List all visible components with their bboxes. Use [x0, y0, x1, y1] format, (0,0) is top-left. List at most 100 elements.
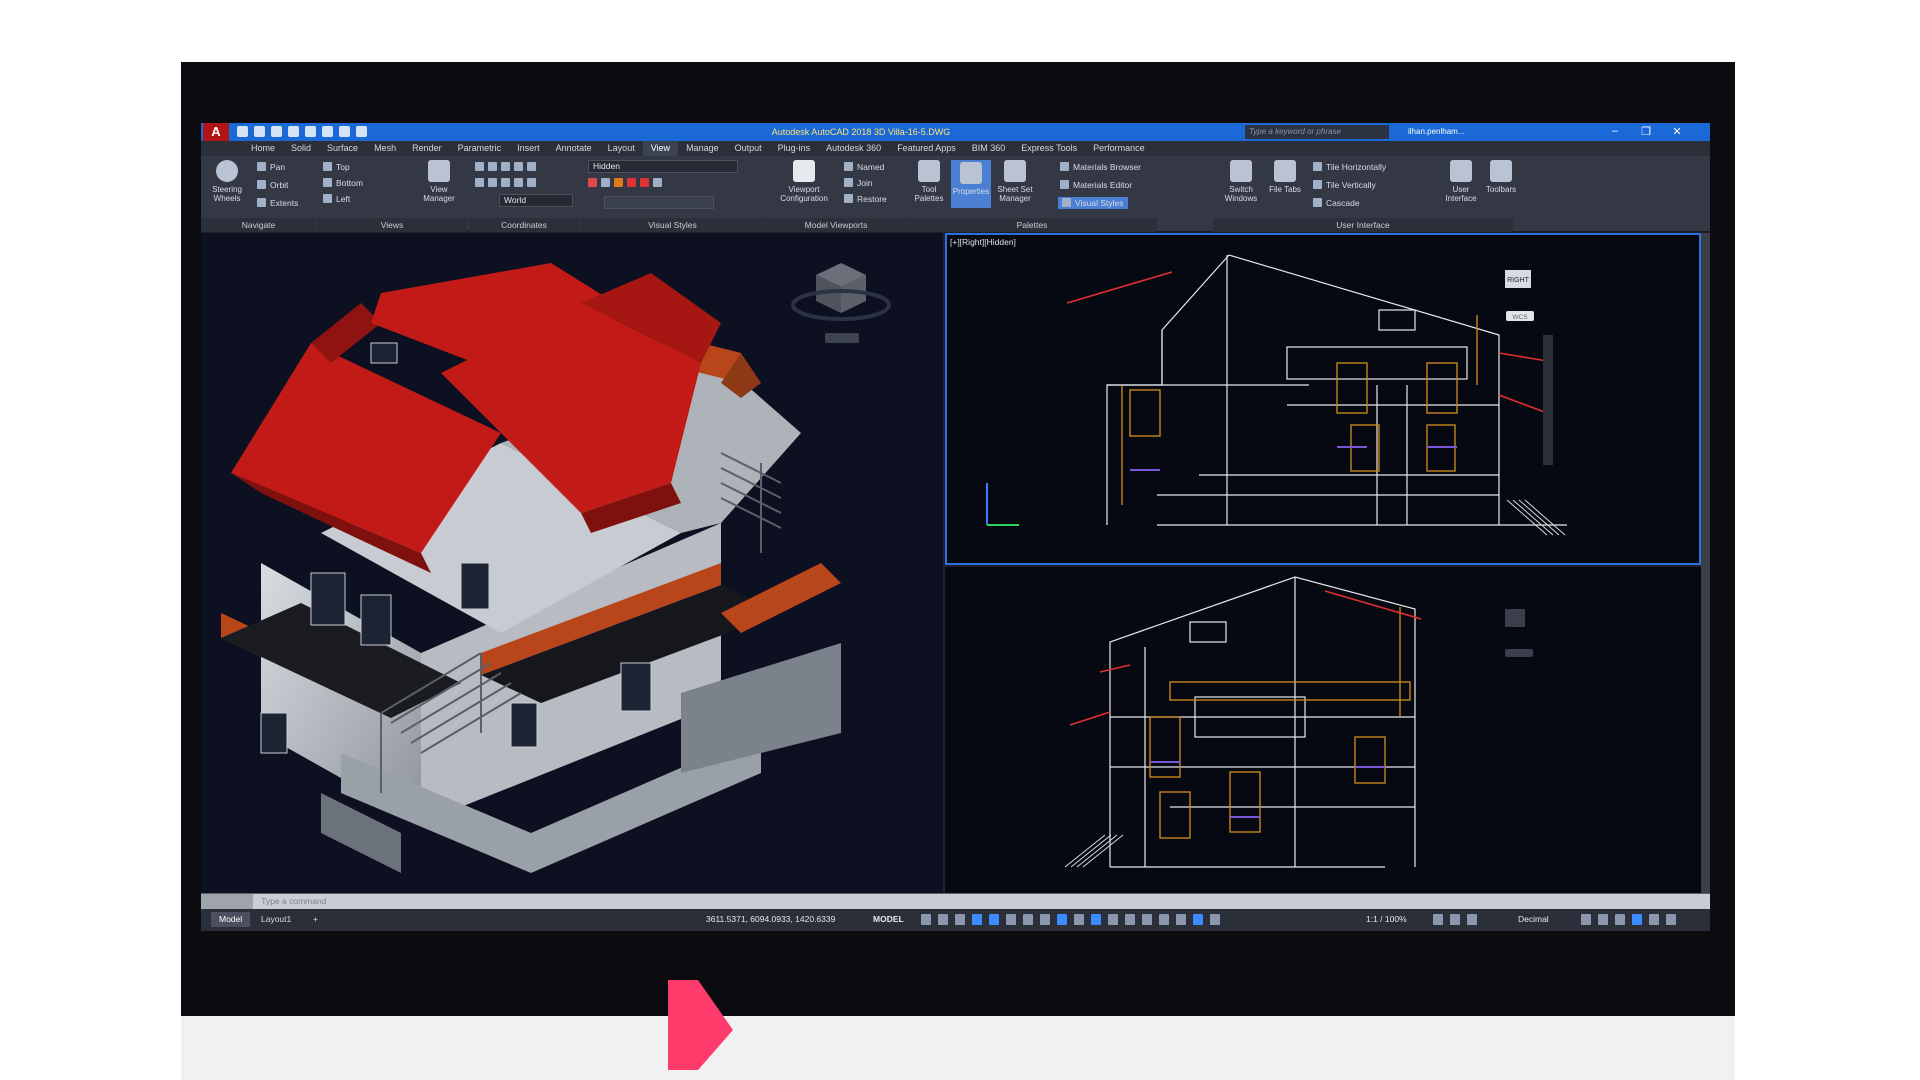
- lock-ui-icon[interactable]: [1598, 914, 1608, 925]
- dynamic-ucs-icon[interactable]: [1142, 914, 1152, 925]
- new-icon[interactable]: [237, 126, 248, 137]
- lineweight-icon[interactable]: [1074, 914, 1084, 925]
- model-space-toggle[interactable]: MODEL: [873, 914, 904, 924]
- clean-screen-icon[interactable]: [1649, 914, 1659, 925]
- transparency-icon[interactable]: [1091, 914, 1101, 925]
- object-snap-icon[interactable]: [1057, 914, 1067, 925]
- quick-properties-icon[interactable]: [1581, 914, 1591, 925]
- help-search-input[interactable]: Type a keyword or phrase: [1245, 125, 1389, 139]
- tab-render[interactable]: Render: [404, 141, 450, 156]
- restore-button[interactable]: Restore: [844, 194, 887, 204]
- viewcube-faded-icon[interactable]: [1505, 609, 1525, 627]
- add-layout-button[interactable]: +: [305, 912, 326, 927]
- polar-tracking-icon[interactable]: [1006, 914, 1016, 925]
- view-top-button[interactable]: Top: [323, 162, 350, 172]
- edge-color-slider[interactable]: [604, 196, 714, 209]
- annotation-monitor-icon[interactable]: [1450, 914, 1460, 925]
- pan-button[interactable]: Pan: [257, 162, 285, 172]
- ucs-tools-row-2[interactable]: [475, 178, 540, 188]
- tab-layout[interactable]: Layout: [600, 141, 643, 156]
- tab-autodesk-360[interactable]: Autodesk 360: [818, 141, 889, 156]
- cascade-button[interactable]: Cascade: [1313, 198, 1360, 208]
- viewport-configuration-button[interactable]: Viewport Configuration: [774, 160, 834, 203]
- dynamic-input-icon[interactable]: [972, 914, 982, 925]
- selection-cycling-icon[interactable]: [1108, 914, 1118, 925]
- viewcube-right-icon[interactable]: RIGHT WCS: [1505, 270, 1534, 321]
- user-interface-button[interactable]: User Interface: [1439, 160, 1483, 203]
- snap-icon[interactable]: [938, 914, 948, 925]
- ucs-tools-row-1[interactable]: [475, 162, 540, 172]
- ortho-icon[interactable]: [989, 914, 999, 925]
- viewport-scrollbar[interactable]: [1701, 233, 1710, 893]
- tab-layout1[interactable]: Layout1: [253, 912, 299, 927]
- steering-wheels-button[interactable]: Steering Wheels: [207, 160, 247, 203]
- materials-editor-button[interactable]: Materials Editor: [1060, 180, 1132, 190]
- annotation-visibility-icon[interactable]: [1193, 914, 1203, 925]
- tab-output[interactable]: Output: [727, 141, 770, 156]
- infer-constraints-icon[interactable]: [955, 914, 965, 925]
- user-account[interactable]: ilhan.penlham...: [1408, 127, 1464, 136]
- graphics-performance-icon[interactable]: [1632, 914, 1642, 925]
- tab-featured-apps[interactable]: Featured Apps: [889, 141, 964, 156]
- tab-solid[interactable]: Solid: [283, 141, 319, 156]
- command-line[interactable]: Type a command: [201, 893, 1710, 910]
- extents-button[interactable]: Extents: [257, 198, 298, 208]
- isolate-objects-icon[interactable]: [1615, 914, 1625, 925]
- tab-parametric[interactable]: Parametric: [450, 141, 510, 156]
- tab-view[interactable]: View: [642, 141, 679, 156]
- materials-browser-button[interactable]: Materials Browser: [1060, 162, 1141, 172]
- visual-style-tools[interactable]: [588, 178, 666, 188]
- ucs-dropdown[interactable]: World: [499, 194, 573, 207]
- maximize-button[interactable]: ❐: [1633, 125, 1659, 138]
- tab-annotate[interactable]: Annotate: [548, 141, 600, 156]
- annotation-scale[interactable]: 1:1 / 100%: [1366, 914, 1407, 924]
- customization-menu-icon[interactable]: [1666, 914, 1676, 925]
- viewcube-icon[interactable]: [791, 263, 891, 343]
- tab-model[interactable]: Model: [211, 912, 251, 927]
- tab-surface[interactable]: Surface: [319, 141, 366, 156]
- selection-filter-icon[interactable]: [1159, 914, 1169, 925]
- share-icon[interactable]: [356, 126, 367, 137]
- viewport-right-elevation[interactable]: [+][Right][Hidden] RIGHT WCS: [945, 233, 1701, 565]
- tab-performance[interactable]: Performance: [1085, 141, 1153, 156]
- redo-icon[interactable]: [339, 126, 350, 137]
- file-tabs-button[interactable]: File Tabs: [1265, 160, 1305, 194]
- tab-mesh[interactable]: Mesh: [366, 141, 404, 156]
- units-dropdown[interactable]: Decimal: [1518, 914, 1549, 924]
- viewport-3d-isometric[interactable]: [201, 233, 943, 893]
- tab-home[interactable]: Home: [243, 141, 283, 156]
- visual-style-dropdown[interactable]: Hidden: [588, 160, 738, 173]
- 3d-object-snap-icon[interactable]: [1125, 914, 1135, 925]
- properties-button[interactable]: Properties: [951, 160, 991, 208]
- coordinate-readout[interactable]: 3611.5371, 6094.0933, 1420.6339: [706, 914, 835, 924]
- save-icon[interactable]: [271, 126, 282, 137]
- tab-bim-360[interactable]: BIM 360: [964, 141, 1014, 156]
- object-snap-tracking-icon[interactable]: [1040, 914, 1050, 925]
- join-button[interactable]: Join: [844, 178, 873, 188]
- tab-insert[interactable]: Insert: [509, 141, 548, 156]
- command-line-controls[interactable]: [201, 894, 253, 910]
- units-icon[interactable]: [1467, 914, 1477, 925]
- navigation-bar[interactable]: [1543, 335, 1553, 465]
- tile-horizontally-button[interactable]: Tile Horizontally: [1313, 162, 1386, 172]
- viewport-left-elevation[interactable]: [945, 567, 1701, 893]
- command-input[interactable]: Type a command: [261, 896, 326, 906]
- undo-icon[interactable]: [322, 126, 333, 137]
- auto-scale-icon[interactable]: [1210, 914, 1220, 925]
- open-icon[interactable]: [254, 126, 265, 137]
- minimize-button[interactable]: –: [1602, 125, 1628, 137]
- gizmo-icon[interactable]: [1176, 914, 1186, 925]
- named-button[interactable]: Named: [844, 162, 884, 172]
- print-icon[interactable]: [305, 126, 316, 137]
- close-button[interactable]: ✕: [1664, 125, 1690, 138]
- switch-windows-button[interactable]: Switch Windows: [1219, 160, 1263, 203]
- tab-plug-ins[interactable]: Plug-ins: [770, 141, 819, 156]
- isodraft-icon[interactable]: [1023, 914, 1033, 925]
- tab-manage[interactable]: Manage: [678, 141, 727, 156]
- tab-express-tools[interactable]: Express Tools: [1013, 141, 1085, 156]
- toolbars-button[interactable]: Toolbars: [1481, 160, 1521, 194]
- workspace-gear-icon[interactable]: [1433, 914, 1443, 925]
- orbit-button[interactable]: Orbit: [257, 180, 288, 190]
- view-left-button[interactable]: Left: [323, 194, 350, 204]
- view-bottom-button[interactable]: Bottom: [323, 178, 363, 188]
